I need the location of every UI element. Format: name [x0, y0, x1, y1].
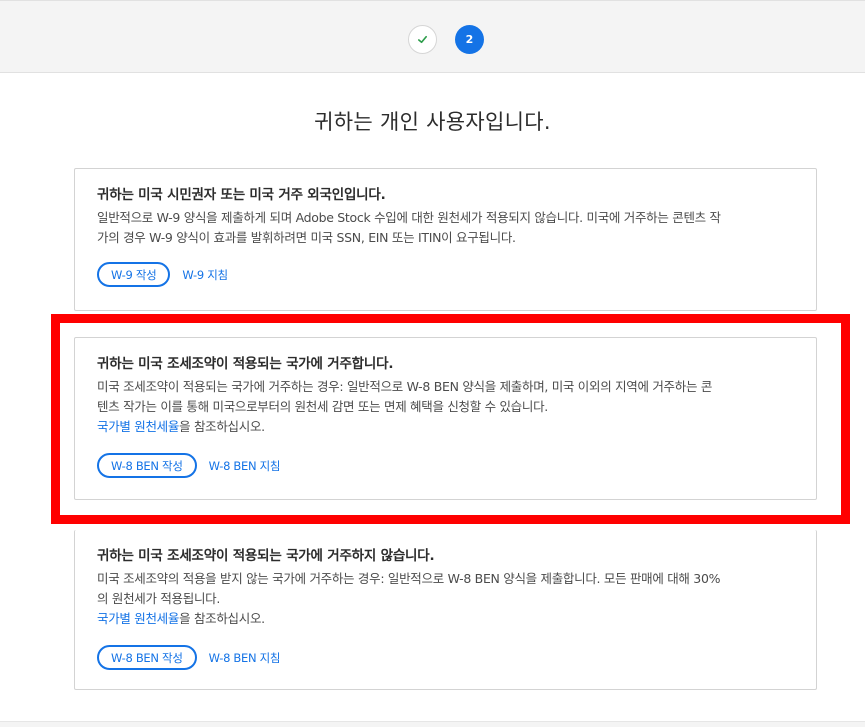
card-heading: 귀하는 미국 시민권자 또는 미국 거주 외국인입니다.: [97, 187, 386, 203]
bottom-bar: [0, 721, 865, 727]
card-description: 미국 조세조약이 적용되는 국가에 거주하는 경우: 일반적으로 W-8 BEN…: [97, 377, 794, 417]
desc-line: 가의 경우 W-9 양식이 효과를 발휘하려면 미국 SSN, EIN 또는 I…: [97, 230, 516, 245]
progress-stepper: 2: [0, 0, 865, 73]
withholding-rate-note: 국가별 원천세율을 참조하십시오.: [97, 417, 794, 437]
checkmark-icon: [418, 35, 427, 44]
desc-line: 일반적으로 W-9 양식을 제출하게 되며 Adobe Stock 수입에 대한…: [97, 210, 721, 225]
step-1-complete: [408, 25, 437, 54]
option-card-treaty-country: 귀하는 미국 조세조약이 적용되는 국가에 거주합니다. 미국 조세조약이 적용…: [74, 337, 817, 500]
card-actions: W-8 BEN 작성 W-8 BEN 지침: [97, 645, 794, 670]
page-title: 귀하는 개인 사용자입니다.: [314, 110, 551, 134]
step-2-current: 2: [455, 25, 484, 54]
desc-line: 미국 조세조약의 적용을 받지 않는 국가에 거주하는 경우: 일반적으로 W-…: [97, 571, 721, 586]
withholding-rate-link[interactable]: 국가별 원천세율: [97, 611, 179, 626]
w9-guide-link[interactable]: W-9 지침: [182, 267, 228, 283]
complete-w8ben-button[interactable]: W-8 BEN 작성: [97, 453, 197, 478]
rate-suffix: 을 참조하십시오.: [179, 611, 265, 626]
card-description: 미국 조세조약의 적용을 받지 않는 국가에 거주하는 경우: 일반적으로 W-…: [97, 569, 794, 609]
desc-line: 텐츠 작가는 이를 통해 미국으로부터의 원천세 감면 또는 면제 혜택을 신청…: [97, 399, 548, 414]
w8ben-guide-link[interactable]: W-8 BEN 지침: [209, 650, 281, 666]
card-heading: 귀하는 미국 조세조약이 적용되는 국가에 거주하지 않습니다.: [97, 548, 435, 564]
option-card-us-citizen: 귀하는 미국 시민권자 또는 미국 거주 외국인입니다. 일반적으로 W-9 양…: [74, 168, 817, 311]
complete-w9-button[interactable]: W-9 작성: [97, 262, 171, 287]
w8ben-guide-link[interactable]: W-8 BEN 지침: [209, 458, 281, 474]
desc-line: 미국 조세조약이 적용되는 국가에 거주하는 경우: 일반적으로 W-8 BEN…: [97, 379, 713, 394]
desc-line: 의 원천세가 적용됩니다.: [97, 591, 221, 606]
complete-w8ben-button[interactable]: W-8 BEN 작성: [97, 645, 197, 670]
card-heading: 귀하는 미국 조세조약이 적용되는 국가에 거주합니다.: [97, 356, 394, 372]
card-actions: W-8 BEN 작성 W-8 BEN 지침: [97, 453, 794, 478]
card-actions: W-9 작성 W-9 지침: [97, 262, 794, 287]
withholding-rate-link[interactable]: 국가별 원천세율: [97, 419, 179, 434]
option-card-non-treaty-country: 귀하는 미국 조세조약이 적용되는 국가에 거주하지 않습니다. 미국 조세조약…: [74, 530, 817, 690]
card-description: 일반적으로 W-9 양식을 제출하게 되며 Adobe Stock 수입에 대한…: [97, 208, 794, 248]
rate-suffix: 을 참조하십시오.: [179, 419, 265, 434]
withholding-rate-note: 국가별 원천세율을 참조하십시오.: [97, 609, 794, 629]
